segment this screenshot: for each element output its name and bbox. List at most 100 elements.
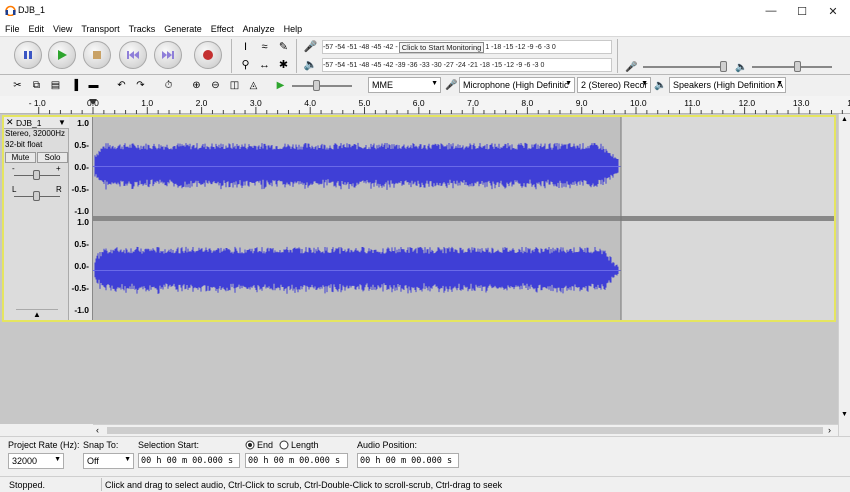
pan-slider-thumb[interactable] bbox=[33, 191, 40, 201]
menu-effect[interactable]: Effect bbox=[206, 24, 238, 34]
mute-button[interactable]: Mute bbox=[5, 152, 36, 163]
ruler-tick-label: 4.0 bbox=[304, 98, 316, 108]
draw-tool-icon[interactable]: ✎ bbox=[276, 39, 291, 54]
end-radio[interactable] bbox=[245, 440, 255, 450]
minimize-button[interactable]: — bbox=[756, 0, 786, 22]
vertical-scrollbar[interactable]: ▲ ▼ bbox=[838, 114, 850, 436]
cut-icon[interactable]: ✂ bbox=[10, 77, 25, 93]
copy-icon[interactable]: ⧉ bbox=[29, 77, 44, 93]
track-close-icon[interactable]: ✕ bbox=[6, 117, 14, 128]
audio-position-time[interactable]: 00 h 00 m 00.000 s bbox=[357, 453, 459, 468]
selection-tool-icon[interactable]: I bbox=[238, 39, 253, 54]
ruler-tick-label: 11.0 bbox=[684, 98, 700, 108]
menu-transport[interactable]: Transport bbox=[76, 24, 123, 34]
paste-icon[interactable]: ▤ bbox=[48, 77, 63, 93]
skip-end-icon bbox=[162, 51, 174, 59]
scroll-right-icon[interactable]: › bbox=[828, 425, 831, 435]
toolbar-separator bbox=[296, 39, 297, 73]
start-monitoring-label[interactable]: Click to Start Monitoring bbox=[398, 41, 485, 53]
collapse-track-button[interactable]: ▲ bbox=[16, 309, 58, 319]
sync-lock-icon[interactable]: ⏱ bbox=[161, 77, 176, 93]
undo-icon[interactable]: ↶ bbox=[114, 77, 129, 93]
fit-selection-icon[interactable]: ◫ bbox=[227, 77, 242, 93]
menu-analyze[interactable]: Analyze bbox=[238, 24, 279, 34]
project-rate-select[interactable]: 32000 ▼ bbox=[8, 453, 64, 469]
channel-separator bbox=[93, 216, 834, 221]
toolbar-separator bbox=[231, 39, 232, 73]
menu-view[interactable]: View bbox=[48, 24, 76, 34]
length-radio[interactable] bbox=[279, 440, 289, 450]
trim-icon[interactable]: ▐ bbox=[67, 77, 82, 93]
playback-volume-thumb[interactable] bbox=[794, 61, 801, 72]
record-icon bbox=[203, 50, 213, 60]
skip-to-start-button[interactable] bbox=[119, 41, 147, 69]
stop-button[interactable] bbox=[83, 41, 111, 69]
timeline-ruler[interactable]: - 1.00.01.02.03.04.05.06.07.08.09.010.01… bbox=[0, 96, 850, 114]
chevron-down-icon: ▼ bbox=[431, 80, 438, 87]
close-window-button[interactable]: ✕ bbox=[818, 0, 848, 22]
envelope-tool-icon[interactable]: ≈ bbox=[257, 39, 272, 54]
timeshift-tool-icon[interactable]: ↔ bbox=[257, 57, 272, 72]
scale-label: 1.0 bbox=[77, 217, 89, 227]
solo-button[interactable]: Solo bbox=[37, 152, 68, 163]
record-button[interactable] bbox=[194, 41, 222, 69]
scale-label: -1.0 bbox=[74, 206, 89, 216]
scale-label: -0.5- bbox=[71, 283, 89, 293]
menu-edit[interactable]: Edit bbox=[24, 24, 49, 34]
play-speed-slider[interactable] bbox=[292, 85, 352, 87]
scroll-left-icon[interactable]: ‹ bbox=[96, 425, 99, 435]
track-title-bar[interactable]: ✕ DJB_1 ▼ bbox=[4, 117, 69, 129]
recording-channels-select[interactable]: 2 (Stereo) Recor ▼ bbox=[577, 77, 651, 93]
zoom-tool-icon[interactable]: ⚲ bbox=[238, 57, 253, 72]
status-hint: Click and drag to select audio, Ctrl-Cli… bbox=[105, 480, 503, 490]
toolbar-separator bbox=[617, 39, 618, 73]
scrollbar-thumb[interactable] bbox=[107, 427, 823, 434]
record-meter[interactable]: -57 -54 -51 -48 -45 -42 - Click to Start… bbox=[322, 40, 612, 54]
selection-end-time[interactable]: 00 h 00 m 00.000 s bbox=[245, 453, 348, 468]
gain-plus-label: + bbox=[56, 164, 61, 173]
playback-volume-slider[interactable] bbox=[752, 66, 832, 68]
recording-volume-thumb[interactable] bbox=[720, 61, 727, 72]
toolbar-row-separator bbox=[0, 74, 850, 75]
waveform-display[interactable] bbox=[93, 117, 834, 320]
scale-label: 0.0- bbox=[74, 261, 89, 271]
menu-generate[interactable]: Generate bbox=[159, 24, 206, 34]
play-button[interactable] bbox=[48, 41, 76, 69]
fit-project-icon[interactable]: ◬ bbox=[246, 77, 261, 93]
menu-file[interactable]: File bbox=[0, 24, 24, 34]
silence-icon[interactable]: ▬ bbox=[86, 77, 101, 93]
title-bar: DJB_1 — ☐ ✕ bbox=[0, 0, 850, 22]
zoom-in-icon[interactable]: ⊕ bbox=[189, 77, 204, 93]
pause-button[interactable] bbox=[14, 41, 42, 69]
horizontal-scrollbar[interactable]: ‹ › bbox=[93, 424, 838, 436]
menu-tracks[interactable]: Tracks bbox=[124, 24, 160, 34]
play-at-speed-icon[interactable]: ▶ bbox=[273, 77, 288, 93]
zoom-out-icon[interactable]: ⊖ bbox=[208, 77, 223, 93]
recording-volume-slider[interactable] bbox=[643, 66, 723, 68]
maximize-button[interactable]: ☐ bbox=[787, 0, 817, 22]
chevron-down-icon: ▼ bbox=[776, 80, 783, 87]
play-icon bbox=[58, 50, 67, 60]
ruler-tick-label: - 1.0 bbox=[29, 98, 46, 108]
play-speed-thumb[interactable] bbox=[313, 80, 320, 91]
ruler-tick-label: 2.0 bbox=[196, 98, 208, 108]
chevron-down-icon: ▼ bbox=[565, 80, 572, 87]
track-menu-chevron-icon[interactable]: ▼ bbox=[58, 118, 66, 127]
snap-to-select[interactable]: Off ▼ bbox=[83, 453, 134, 469]
redo-icon[interactable]: ↷ bbox=[133, 77, 148, 93]
skip-to-end-button[interactable] bbox=[154, 41, 182, 69]
selection-start-time[interactable]: 00 h 00 m 00.000 s bbox=[138, 453, 240, 468]
ruler-tick-label: 12.0 bbox=[739, 98, 756, 108]
project-rate-label: Project Rate (Hz): bbox=[8, 440, 80, 450]
gain-slider-thumb[interactable] bbox=[33, 170, 40, 180]
ruler-tick-label: 1.0 bbox=[141, 98, 153, 108]
audio-host-select[interactable]: MME ▼ bbox=[368, 77, 441, 93]
scroll-down-icon[interactable]: ▼ bbox=[841, 411, 848, 418]
audacity-logo-icon bbox=[5, 5, 16, 16]
recording-device-select[interactable]: Microphone (High Definitic ▼ bbox=[459, 77, 575, 93]
playback-device-select[interactable]: Speakers (High Definition A ▼ bbox=[669, 77, 786, 93]
playback-meter[interactable]: -57 -54 -51 -48 -45 -42 -39 -36 -33 -30 … bbox=[322, 58, 612, 72]
multi-tool-icon[interactable]: ✱ bbox=[276, 57, 291, 72]
scroll-up-icon[interactable]: ▲ bbox=[841, 116, 848, 123]
menu-help[interactable]: Help bbox=[279, 24, 307, 34]
